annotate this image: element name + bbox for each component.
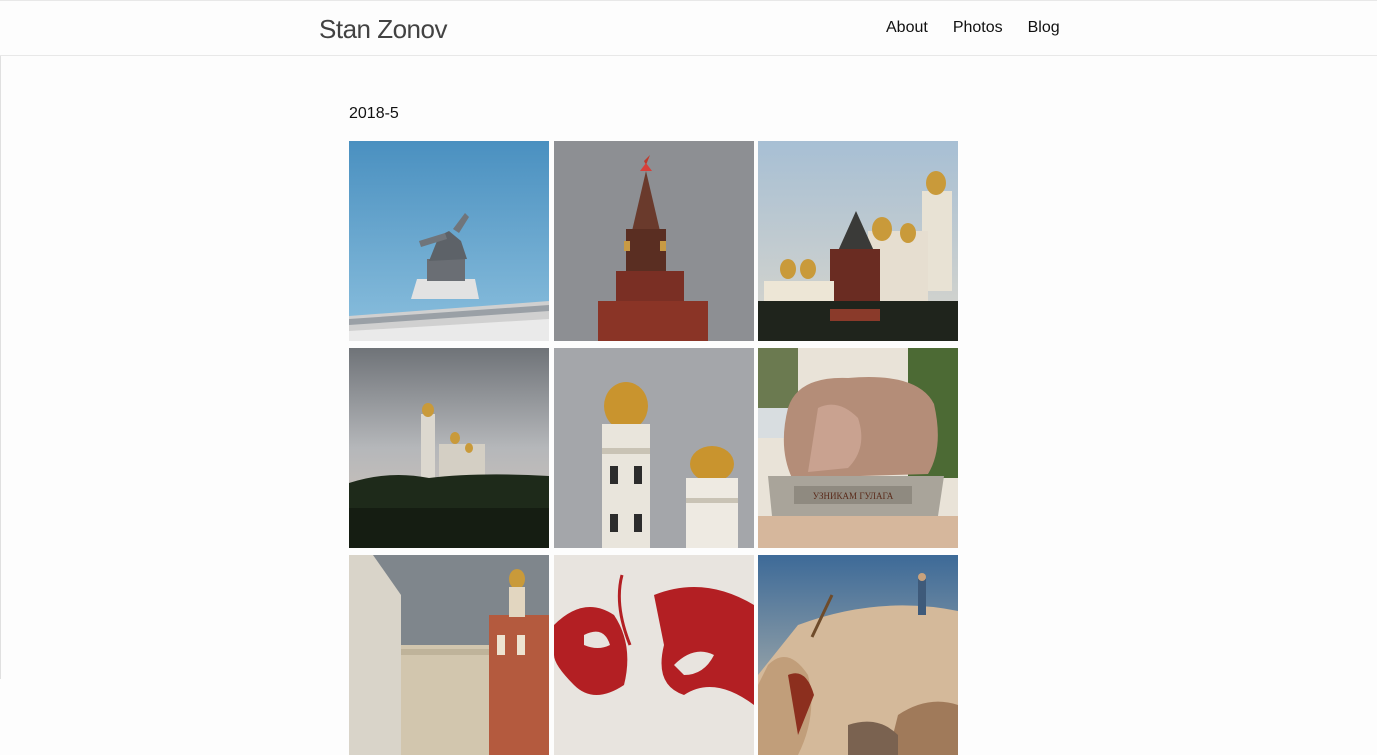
photo-kremlin-cathedrals[interactable]	[758, 141, 958, 341]
photo-painting-appearance-of-christ[interactable]	[758, 555, 958, 755]
page-edge-divider	[0, 56, 1, 679]
photo-ivan-the-great-bell-tower-domes[interactable]	[553, 348, 754, 548]
photo-worker-and-kolkhoz-woman-statue[interactable]	[349, 141, 549, 341]
photo-grid: УЗНИКАМ ГУЛАГА	[349, 141, 959, 755]
site-header: Stan Zonov About Photos Blog	[0, 0, 1377, 56]
main-nav: About Photos Blog	[886, 18, 1060, 38]
stone-inscription: УЗНИКАМ ГУЛАГА	[813, 491, 894, 501]
photo-ivan-the-great-bell-tower-distant[interactable]	[349, 348, 549, 548]
photo-kremlin-palace-street[interactable]	[349, 555, 549, 755]
photo-red-mosaic[interactable]	[553, 555, 754, 755]
nav-link-blog[interactable]: Blog	[1028, 18, 1060, 38]
album-heading: 2018-5	[349, 105, 399, 122]
photo-spasskaya-tower[interactable]	[553, 141, 754, 341]
nav-link-photos[interactable]: Photos	[953, 18, 1003, 38]
photo-solovetsky-stone[interactable]: УЗНИКАМ ГУЛАГА	[758, 348, 958, 548]
nav-link-about[interactable]: About	[886, 18, 928, 38]
site-title-link[interactable]: Stan Zonov	[319, 14, 447, 44]
